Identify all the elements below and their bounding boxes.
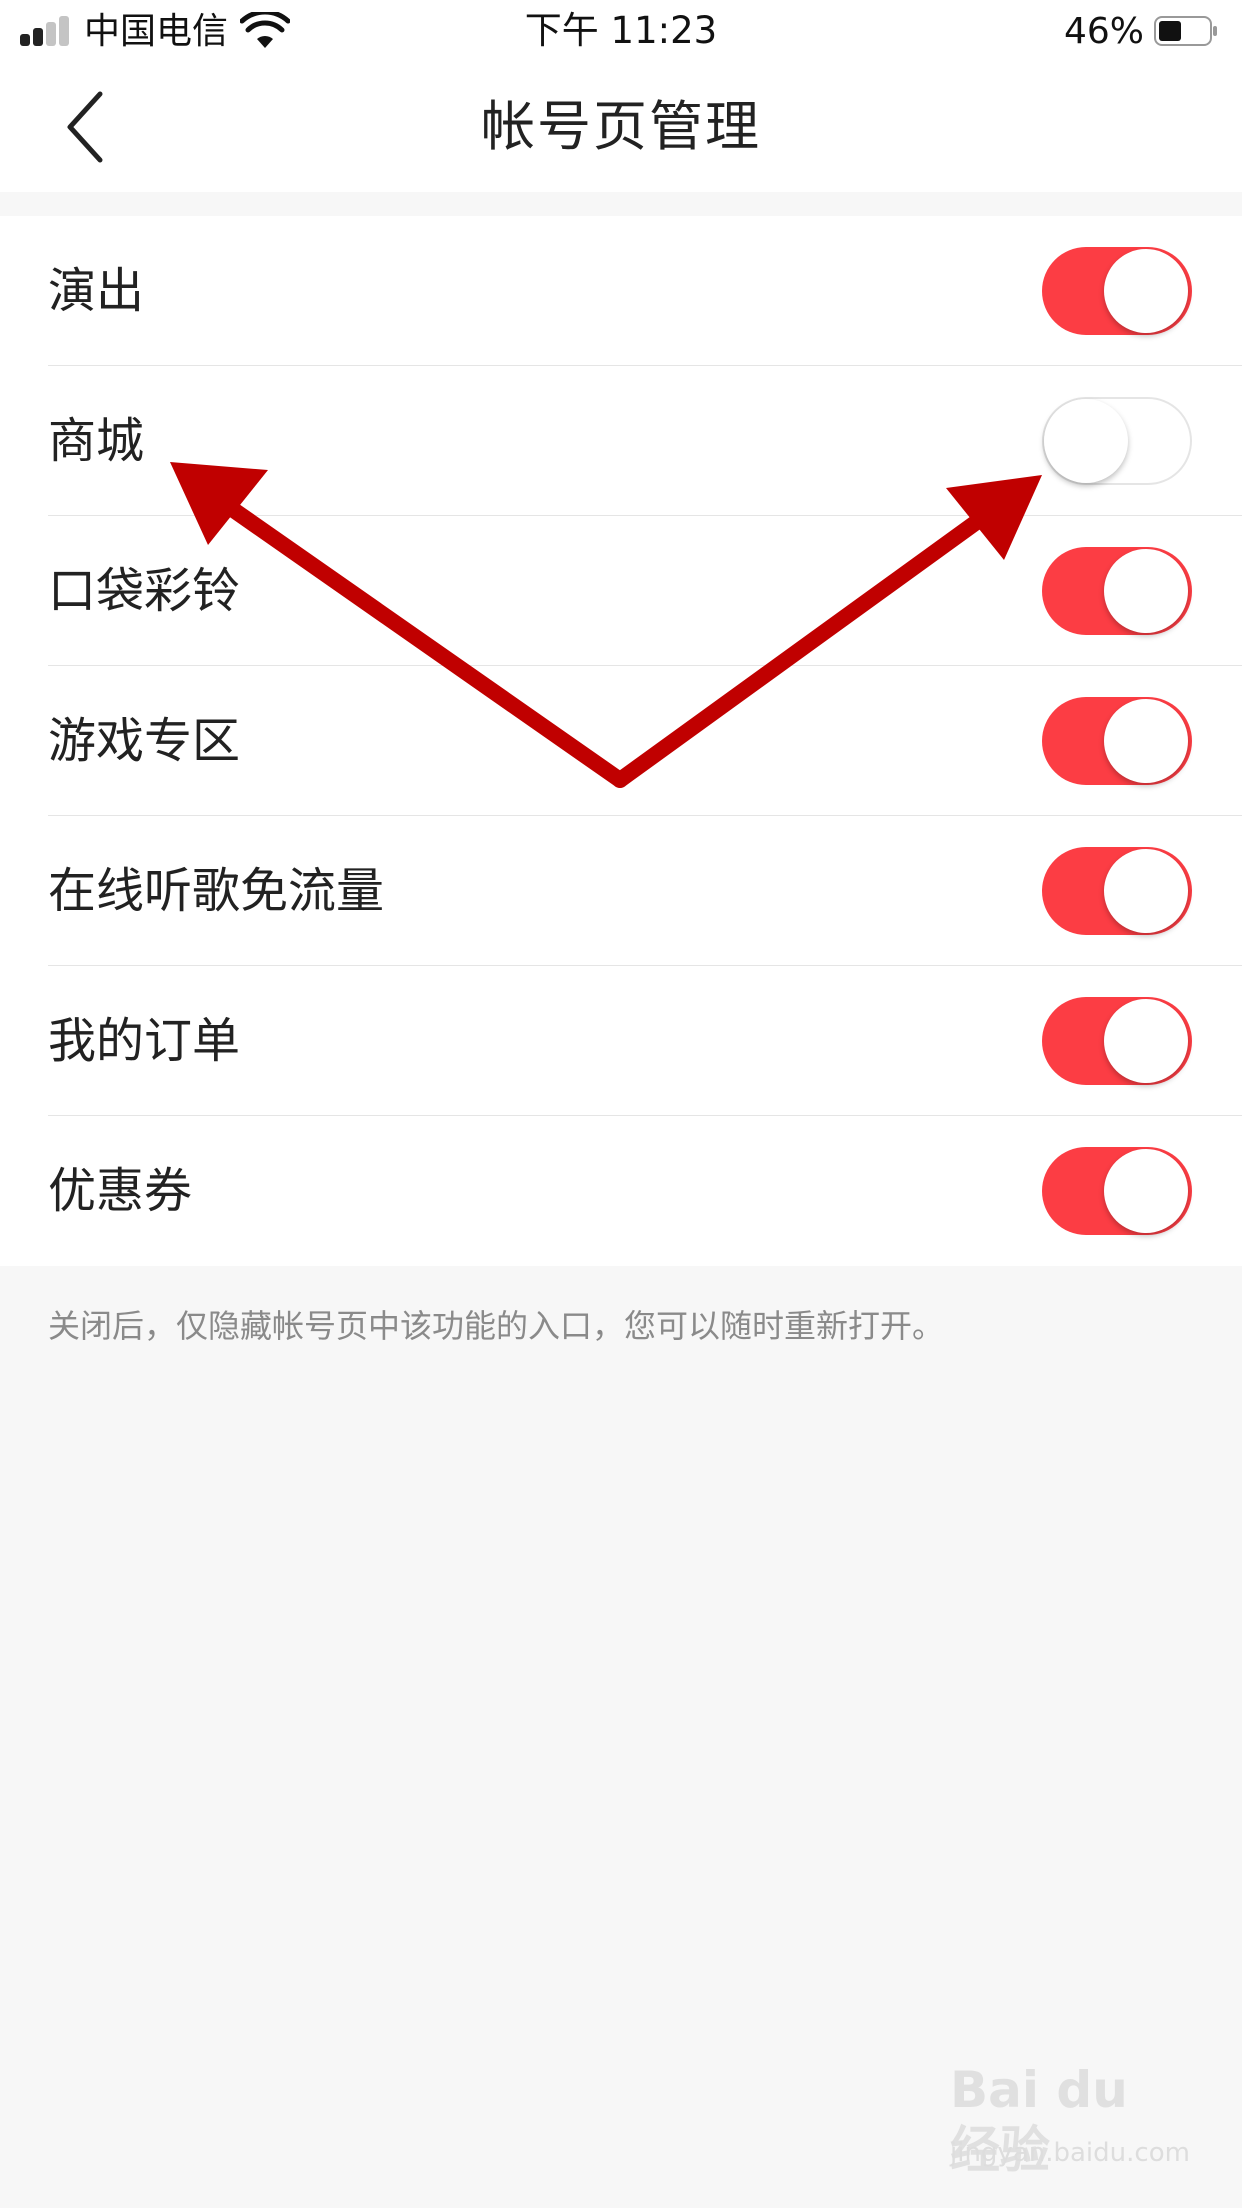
toggle-switch[interactable] [1042, 397, 1192, 485]
clock: 下午 11:23 [524, 9, 718, 52]
settings-row: 口袋彩铃 [0, 516, 1242, 666]
page-title: 帐号页管理 [481, 95, 761, 158]
toggle-knob [1104, 549, 1188, 633]
toggle-switch[interactable] [1042, 997, 1192, 1085]
settings-row-label: 口袋彩铃 [48, 563, 241, 619]
toggle-knob [1104, 849, 1188, 933]
settings-row-label: 优惠券 [48, 1163, 193, 1219]
battery-percent: 46% [1063, 11, 1144, 52]
toggle-switch[interactable] [1042, 847, 1192, 935]
settings-row-label: 演出 [48, 263, 145, 319]
toggle-switch[interactable] [1042, 697, 1192, 785]
nav-bar: 帐号页管理 [0, 62, 1242, 192]
toggle-knob [1044, 399, 1128, 483]
settings-row-label: 在线听歌免流量 [48, 863, 385, 919]
settings-row-label: 我的订单 [48, 1013, 241, 1069]
battery-icon [1154, 16, 1217, 46]
toggle-knob [1104, 249, 1188, 333]
settings-list: 演出商城口袋彩铃游戏专区在线听歌免流量 我的订单优惠券 [0, 216, 1242, 1266]
toggle-switch[interactable] [1042, 1147, 1192, 1235]
settings-row-label: 商城 [48, 413, 145, 469]
watermark-domain: jingyan.baidu.com [950, 2138, 1190, 2168]
baidu-jingyan-watermark: Bai du 经验 jingyan.baidu.com [950, 2060, 1190, 2180]
settings-row: 游戏专区 [0, 666, 1242, 816]
toggle-knob [1104, 699, 1188, 783]
settings-row: 优惠券 [0, 1116, 1242, 1266]
toggle-knob [1104, 999, 1188, 1083]
settings-row-label: 游戏专区 [48, 713, 241, 769]
settings-row: 在线听歌免流量 [0, 816, 1242, 966]
footer-note: 关闭后，仅隐藏帐号页中该功能的入口，您可以随时重新打开。 [48, 1307, 945, 1345]
status-bar: 中国电信 下午 11:23 46% [0, 0, 1242, 62]
toggle-switch[interactable] [1042, 547, 1192, 635]
toggle-switch[interactable] [1042, 247, 1192, 335]
settings-row: 演出 [0, 216, 1242, 366]
settings-row: 商城 [0, 366, 1242, 516]
toggle-knob [1104, 1149, 1188, 1233]
settings-row: 我的订单 [0, 966, 1242, 1116]
